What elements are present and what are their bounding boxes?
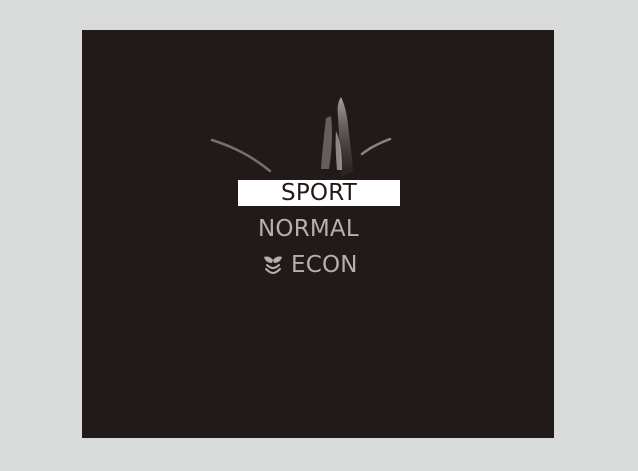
page: SPORT NORMAL ECON xyxy=(0,0,638,471)
display-screen: SPORT NORMAL ECON xyxy=(82,30,554,438)
drive-mode-econ[interactable]: ECON xyxy=(261,252,358,278)
eco-leaf-icon xyxy=(264,256,282,275)
drive-mode-list: SPORT NORMAL ECON xyxy=(238,180,402,280)
drive-mode-normal[interactable]: NORMAL xyxy=(258,216,359,242)
drive-mode-econ-label: ECON xyxy=(291,252,358,278)
drive-mode-sport[interactable]: SPORT xyxy=(238,180,400,206)
